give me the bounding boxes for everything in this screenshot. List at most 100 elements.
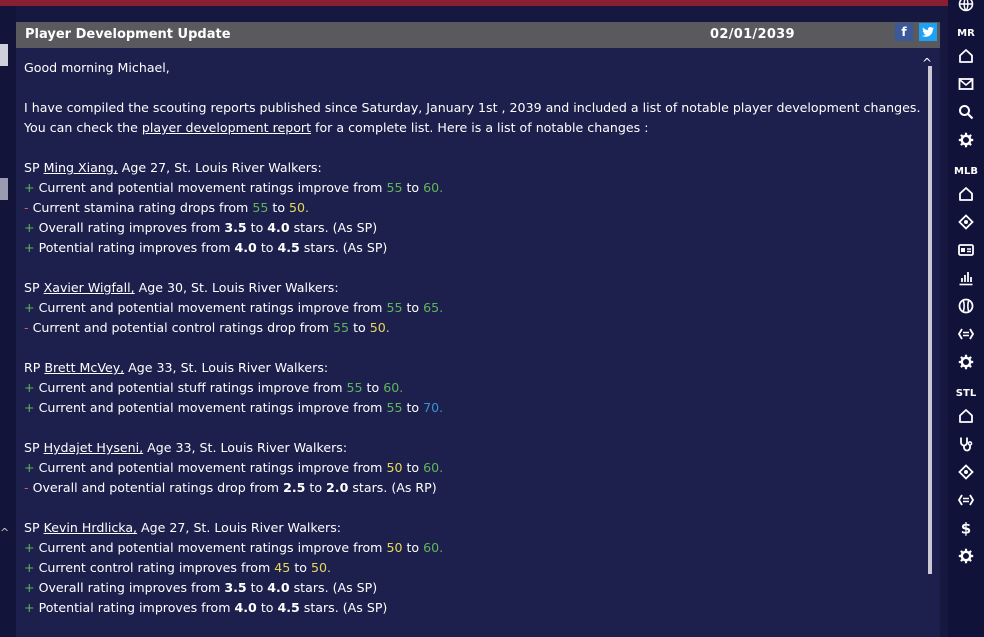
player-name-link[interactable]: Xavier Wigfall, [44,280,135,295]
change-text: Overall rating improves from [38,580,225,595]
gear-icon[interactable] [948,354,984,374]
player-header: SP Ming Xiang, Age 27, St. Louis River W… [24,158,919,178]
sidebar-section-label: MR [957,28,975,39]
from-value: 50 [386,460,403,475]
facebook-share-icon[interactable]: f [895,23,913,41]
gear-icon[interactable] [948,132,984,152]
player-info: Age 33, St. Louis River Walkers: [143,440,348,455]
panel-header: Player Development Update 02/01/2039 f [16,22,940,48]
dollar-icon[interactable]: $ [948,520,984,540]
from-value: 55 [386,180,403,195]
change-text: Overall rating improves from [38,220,225,235]
to-connector: to [246,220,268,235]
change-text: Current and potential movement ratings i… [38,300,387,315]
from-value: 50 [386,540,403,555]
right-sidebar: MR MLB STL $ [948,0,984,637]
gear-icon[interactable] [948,548,984,568]
change-text: Current and potential stuff ratings impr… [38,380,347,395]
change-row: + Overall rating improves from 3.5 to 4.… [24,578,919,598]
left-expand-icon[interactable]: ^ [0,526,9,539]
change-text: Current and potential movement ratings i… [38,460,387,475]
from-value: 55 [346,380,363,395]
player-development-report-link[interactable]: player development report [142,120,311,135]
change-text: Current and potential movement ratings i… [38,400,387,415]
greeting: Good morning Michael, [24,60,170,75]
twitter-share-icon[interactable] [919,23,937,41]
improve-sign: + [24,540,39,555]
location-icon[interactable] [948,214,984,234]
decline-sign: - [24,480,33,495]
id-card-icon[interactable] [948,242,984,262]
change-suffix: stars. (As RP) [348,480,437,495]
top-accent-bar [0,0,948,6]
to-value: 65. [423,300,444,315]
news-panel: Player Development Update 02/01/2039 f ^… [16,22,940,637]
from-value: 55 [252,200,269,215]
to-connector: to [268,200,290,215]
left-background [0,6,16,637]
to-value: 2.0 [326,480,349,495]
change-row: + Current and potential stuff ratings im… [24,378,919,398]
transactions-icon[interactable] [948,326,984,346]
home-icon[interactable] [948,186,984,206]
improve-sign: + [24,600,39,615]
player-position: SP [24,280,44,295]
improve-sign: + [24,300,39,315]
change-row: + Potential rating improves from 4.0 to … [24,598,919,618]
mail-icon[interactable] [948,76,984,96]
intro-line-1: I have compiled the scouting reports pub… [24,100,921,115]
from-value: 3.5 [224,220,247,235]
player-position: SP [24,160,44,175]
left-tab-handle[interactable] [0,44,8,66]
from-value: 55 [386,400,403,415]
change-row: + Current control rating improves from 4… [24,558,919,578]
location-icon[interactable] [948,464,984,484]
search-icon[interactable] [948,104,984,124]
player-name-link[interactable]: Kevin Hrdlicka, [44,520,137,535]
transactions-icon[interactable] [948,492,984,512]
change-text: Current and potential control ratings dr… [32,320,334,335]
to-connector: to [256,240,278,255]
from-value: 2.5 [283,480,306,495]
to-connector: to [402,460,424,475]
player-position: RP [24,360,45,375]
player-name-link[interactable]: Brett McVey, [44,360,124,375]
to-connector: to [362,380,384,395]
change-row: + Current and potential movement ratings… [24,538,919,558]
change-text: Current control rating improves from [38,560,275,575]
player-name-link[interactable]: Ming Xiang, [44,160,118,175]
change-row: - Current stamina rating drops from 55 t… [24,198,919,218]
scrollbar[interactable] [928,66,932,574]
home-icon[interactable] [948,48,984,68]
change-row: - Current and potential control ratings … [24,318,919,338]
player-info: Age 27, St. Louis River Walkers: [137,520,341,535]
to-connector: to [349,320,370,335]
change-row: + Overall rating improves from 3.5 to 4.… [24,218,919,238]
change-text: Potential rating improves from [38,240,235,255]
improve-sign: + [24,180,39,195]
player-name-link[interactable]: Hydajet Hyseni, [44,440,144,455]
panel-title: Player Development Update [25,27,231,42]
from-value: 3.5 [224,580,247,595]
decline-sign: - [24,200,33,215]
player-position: SP [24,440,44,455]
from-value: 55 [333,320,350,335]
change-suffix: stars. (As SP) [299,240,388,255]
to-connector: to [402,400,424,415]
decline-sign: - [24,320,33,335]
change-row: + Current and potential movement ratings… [24,458,919,478]
player-info: Age 33, St. Louis River Walkers: [124,360,329,375]
home-icon[interactable] [948,408,984,428]
improve-sign: + [24,220,39,235]
baseball-icon[interactable] [948,298,984,318]
improve-sign: + [24,400,39,415]
svg-text:$: $ [961,520,971,536]
to-connector: to [402,540,424,555]
to-value: 50. [310,560,331,575]
chart-icon[interactable] [948,270,984,290]
medical-icon[interactable] [948,436,984,456]
globe-icon[interactable] [948,0,984,16]
left-tab-handle-2[interactable] [0,178,8,200]
to-connector: to [402,180,424,195]
from-value: 55 [386,300,403,315]
